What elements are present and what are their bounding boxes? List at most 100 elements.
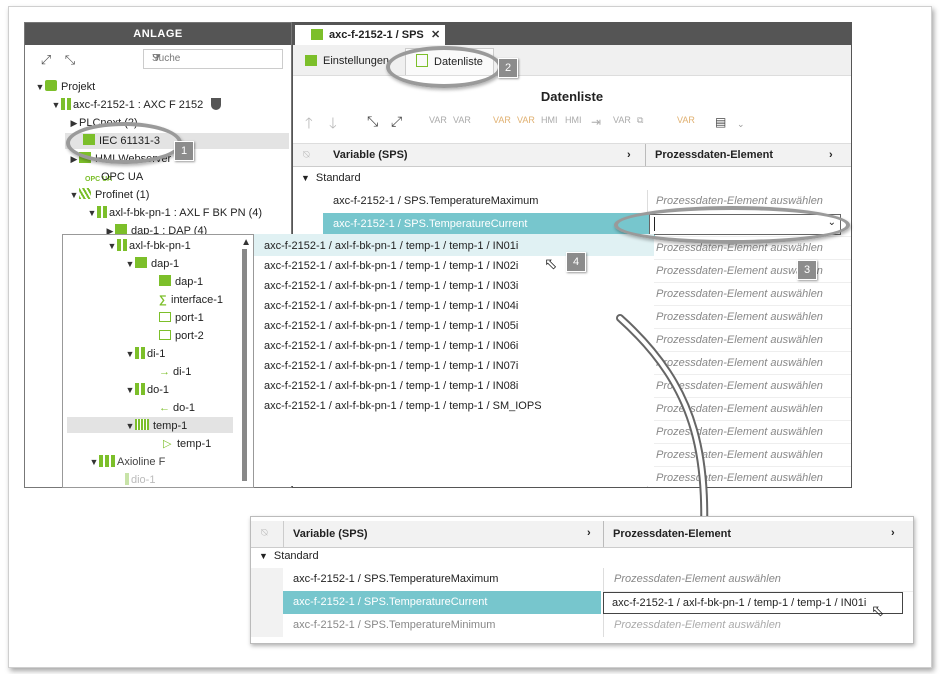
callout-3-ellipse	[614, 206, 850, 244]
tree-item-projekt[interactable]: ▼ Projekt	[35, 79, 95, 95]
dropdown-option[interactable]: axc-f-2152-1 / axl-f-bk-pn-1 / temp-1 / …	[264, 296, 518, 316]
dropdown-option[interactable]: axc-f-2152-1 / axl-f-bk-pn-1 / temp-1 / …	[264, 256, 518, 276]
dropdown-option[interactable]: axc-f-2152-1 / axl-f-bk-pn-1 / temp-1 / …	[264, 236, 518, 256]
column-variable[interactable]: Variable (SPS)	[293, 528, 368, 540]
datalist-toolbar: 🡑 🡓 ⤡ ⤢ VAR VAR VAR VAR HMI HMI ⇥ VAR ⧉ …	[293, 111, 851, 133]
column-variable[interactable]: Variable (SPS)	[333, 144, 408, 166]
tree-item-controller[interactable]: ▼ axc-f-2152-1 : AXC F 2152	[51, 97, 222, 113]
subtree-item-di[interactable]: ▼ di-1	[125, 346, 165, 362]
map-icon[interactable]: VAR	[613, 115, 631, 125]
process-dropdown-list: axc-f-2152-1 / axl-f-bk-pn-1 / temp-1 / …	[254, 234, 654, 486]
scroll-up-icon[interactable]: ▲	[241, 237, 251, 248]
input-triangle-icon: ▷	[163, 438, 172, 450]
column-process[interactable]: Prozessdaten-Element	[655, 144, 773, 166]
subtree-item-dap-sub[interactable]: dap-1	[159, 274, 203, 290]
project-icon	[45, 80, 57, 91]
subtree-item-axioline[interactable]: ▼ Axioline F	[89, 454, 165, 470]
chevron-down-icon: ▼	[259, 551, 268, 561]
row-variable[interactable]: axc-f-2152-1 / SPS.TemperatureMaximum	[333, 190, 645, 213]
editor-tabbar: axc-f-2152-1 / SPS ✕	[293, 23, 851, 45]
filter-icon[interactable]: ⧩	[152, 53, 278, 64]
subtree-item-port1[interactable]: port-1	[159, 310, 204, 326]
result-panel: ⍉ Variable (SPS) › Prozessdaten-Element …	[250, 516, 914, 644]
input-arrow-icon: →	[159, 366, 170, 378]
close-icon[interactable]: ✕	[431, 25, 440, 45]
callout-badge-4: 4	[566, 252, 586, 272]
dropdown-option[interactable]: axc-f-2152-1 / axl-f-bk-pn-1 / temp-1 / …	[264, 376, 518, 396]
filter-icon[interactable]: ⍉	[303, 144, 310, 166]
hmi-delete-icon[interactable]: HMI	[565, 115, 582, 125]
dropdown-option[interactable]: axc-f-2152-1 / axl-f-bk-pn-1 / temp-1 / …	[264, 396, 542, 416]
column-sort-icon[interactable]: ›	[891, 527, 895, 539]
subtree-item-interface[interactable]: ∑ interface-1	[159, 292, 223, 308]
group-header[interactable]: ▼ Standard	[301, 167, 641, 190]
row-process[interactable]: Prozessdaten-Element auswählen	[603, 568, 913, 592]
mouse-pointer-icon: ⬁	[544, 256, 558, 273]
shield-icon	[211, 98, 222, 110]
row-variable-selected[interactable]: axc-f-2152-1 / SPS.TemperatureCurrent	[323, 213, 655, 236]
subtree-item-buscoupler[interactable]: ▼ axl-f-bk-pn-1	[107, 238, 191, 254]
collapse-all-icon[interactable]: ⤡	[63, 53, 77, 67]
tab-controller[interactable]: axc-f-2152-1 / SPS ✕	[295, 25, 445, 45]
subtree-item-dap[interactable]: ▼ dap-1	[125, 256, 179, 272]
add-variable-icon[interactable]: VAR	[429, 115, 447, 125]
temperature-module-icon	[135, 419, 149, 430]
panel-title: ANLAGE	[25, 23, 291, 45]
callout-badge-1: 1	[174, 141, 194, 161]
subtree-item-port2[interactable]: port-2	[159, 328, 204, 344]
table-settings-icon[interactable]: ▤	[715, 115, 726, 129]
scrollbar[interactable]	[242, 249, 247, 481]
callout-2-ellipse	[386, 46, 502, 88]
subtree-item-dio[interactable]: dio-1	[125, 472, 155, 487]
copy-icon[interactable]: ⧉	[637, 115, 643, 126]
remove-mapping-icon[interactable]: VAR	[677, 115, 695, 125]
column-sort-icon[interactable]: ›	[627, 144, 631, 166]
expand-all-icon[interactable]: ⤢	[39, 53, 53, 67]
subtree-item-temp[interactable]: ▼ temp-1	[125, 418, 187, 434]
delete-variable-icon[interactable]: VAR	[517, 115, 535, 125]
group-header[interactable]: ▼ Standard	[259, 545, 559, 568]
chevron-down-icon: ▼	[301, 173, 310, 183]
subtree-item-do[interactable]: ▼ do-1	[125, 382, 169, 398]
chip-icon	[311, 29, 323, 40]
row-process[interactable]: Prozessdaten-Element auswählen	[603, 614, 913, 637]
subtree-item-temp-sub[interactable]: ▷ temp-1	[163, 436, 211, 452]
row-variable-selected[interactable]: axc-f-2152-1 / SPS.TemperatureCurrent	[283, 591, 601, 614]
dropdown-option[interactable]: axc-f-2152-1 / axl-f-bk-pn-1 / temp-1 / …	[264, 276, 518, 296]
row-process-placeholder[interactable]: Prozessdaten-Element auswählen	[647, 282, 851, 306]
tree-item-bus-coupler[interactable]: ▼ axl-f-bk-pn-1 : AXL F BK PN (4)	[87, 205, 262, 221]
interface-icon: ∑	[159, 294, 167, 306]
filter-icon[interactable]: ⍉	[261, 527, 268, 540]
dropdown-option[interactable]: axc-f-2152-1 / axl-f-bk-pn-1 / temp-1 / …	[264, 316, 518, 336]
row-process-placeholder[interactable]: Prozessdaten-Element auswählen	[647, 259, 851, 283]
arrow-down-icon[interactable]: 🡓	[329, 113, 337, 138]
editor-subtabs: Einstellungen Datenliste	[293, 45, 851, 76]
tree-item-opcua[interactable]: OPC UAOPC UA	[85, 169, 143, 185]
opcua-icon: OPC UA	[85, 176, 113, 183]
column-sort-icon[interactable]: ›	[587, 527, 591, 539]
dropdown-option[interactable]: axc-f-2152-1 / axl-f-bk-pn-1 / temp-1 / …	[264, 336, 518, 356]
add-variable-alt-icon[interactable]: VAR	[453, 115, 471, 125]
callout-badge-2: 2	[498, 58, 518, 78]
column-sort-icon[interactable]: ›	[829, 144, 833, 166]
tab-einstellungen[interactable]: Einstellungen	[305, 53, 389, 69]
subtree-item-do-sub[interactable]: ← do-1	[159, 400, 195, 416]
dropdown-option[interactable]: axc-f-2152-1 / axl-f-bk-pn-1 / temp-1 / …	[264, 356, 518, 376]
chevron-down-icon[interactable]: ⌄	[737, 119, 745, 130]
datalist-header: ⍉ Variable (SPS) › Prozessdaten-Element …	[293, 143, 851, 167]
hmi-edit-icon[interactable]: HMI	[541, 115, 558, 125]
arrow-up-icon[interactable]: 🡑	[305, 113, 313, 138]
subtree-item-di-sub[interactable]: → di-1	[159, 364, 191, 380]
connect-icon[interactable]: ⇥	[591, 115, 601, 129]
collapse-all-icon[interactable]: ⤡	[367, 113, 378, 130]
expand-all-icon[interactable]: ⤢	[391, 113, 402, 130]
tree-item-profinet[interactable]: ▼ Profinet (1)	[69, 187, 149, 203]
module-subtree: ▲ ▼ axl-f-bk-pn-1 ▼ dap-1 dap-1 ∑ interface…	[62, 234, 254, 488]
row-variable[interactable]: axc-f-2152-1 / SPS.TemperatureMinimum	[293, 614, 601, 637]
search-input[interactable]: Suche ⧩	[143, 49, 283, 69]
edit-variable-icon[interactable]: VAR	[493, 115, 511, 125]
row-process-mapped[interactable]: axc-f-2152-1 / axl-f-bk-pn-1 / temp-1 / …	[603, 592, 903, 614]
page-title: Datenliste	[540, 89, 604, 104]
row-variable[interactable]: axc-f-2152-1 / SPS.TemperatureMaximum	[293, 568, 601, 591]
column-process[interactable]: Prozessdaten-Element	[613, 528, 731, 540]
